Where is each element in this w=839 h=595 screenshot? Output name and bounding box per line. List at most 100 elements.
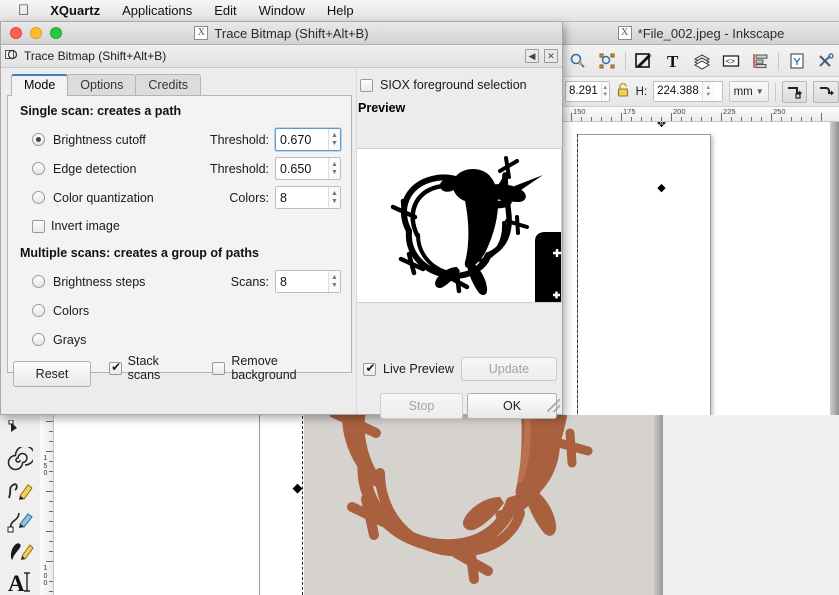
menu-item-edit[interactable]: Edit — [203, 0, 247, 22]
xquartz-title-text: Trace Bitmap (Shift+Alt+B) — [214, 25, 369, 41]
checkbox-live-preview[interactable] — [363, 361, 377, 376]
preview-heading: Preview — [358, 101, 406, 115]
threshold-edge-input[interactable] — [276, 158, 328, 179]
option-brightness-cutoff[interactable]: Brightness cutoff Threshold: ▲▼ — [18, 125, 341, 154]
checkbox-siox[interactable] — [360, 78, 373, 92]
tab-mode[interactable]: Mode — [11, 74, 69, 96]
menu-item-help[interactable]: Help — [316, 0, 365, 22]
bezier-pen-tool-icon[interactable] — [5, 508, 35, 534]
update-button[interactable]: Update — [460, 357, 557, 381]
toolbar-separator — [625, 51, 626, 70]
label-invert-image: Invert image — [51, 219, 120, 233]
dialog-close-button[interactable]: ✕ — [544, 49, 558, 63]
threshold-brightness-input[interactable] — [276, 129, 328, 150]
dialog-body: Mode Options Credits Single scan: create… — [1, 68, 562, 419]
preview-traced-image — [357, 149, 561, 302]
radio-brightness-cutoff[interactable] — [32, 133, 45, 146]
ruler-tick-175: 175 — [623, 107, 636, 116]
document-page-lower[interactable] — [60, 415, 260, 595]
label-color-quantization: Color quantization — [53, 190, 154, 205]
dialog-titlebar[interactable]: Trace Bitmap (Shift+Alt+B) ◀ ✕ — [1, 45, 562, 68]
option-brightness-steps[interactable]: Brightness steps Scans: ▲▼ — [18, 267, 341, 296]
menu-item-applications[interactable]: Applications — [111, 0, 203, 22]
arrow-right[interactable]: ◆ — [656, 183, 667, 194]
tab-credits[interactable]: Credits — [135, 74, 201, 96]
xquartz-titlebar[interactable]: X Trace Bitmap (Shift+Alt+B) — [1, 22, 562, 45]
dialog-button-bar: Reset Live Preview Update Stop OK — [1, 349, 562, 419]
pencil-tool-icon[interactable] — [5, 478, 35, 504]
dialog-title-text: Trace Bitmap (Shift+Alt+B) — [24, 49, 167, 63]
threshold-edge-stepper[interactable]: ▲ ▼ — [328, 158, 340, 179]
checkbox-invert-image[interactable] — [32, 219, 45, 233]
radio-edge-detection[interactable] — [32, 162, 45, 175]
stop-button[interactable]: Stop — [380, 393, 463, 419]
colors-field[interactable]: ▲▼ — [275, 186, 341, 209]
preferences-icon[interactable] — [815, 50, 837, 72]
radio-grays[interactable] — [32, 333, 45, 346]
scans-input[interactable] — [276, 271, 328, 292]
affect-rounded-corners-icon[interactable] — [813, 80, 839, 103]
menu-item-window[interactable]: Window — [248, 0, 316, 22]
colors-stepper[interactable]: ▲ ▼ — [328, 187, 340, 208]
option-color-quantization[interactable]: Color quantization Colors: ▲▼ — [18, 183, 341, 212]
height-label: H: — [635, 85, 648, 98]
svg-text:T: T — [667, 52, 679, 70]
macos-menubar[interactable]:  XQuartz Applications Edit Window Help — [0, 0, 839, 22]
apple-icon[interactable]:  — [8, 1, 39, 21]
layers-icon[interactable] — [691, 50, 713, 72]
height-stepper[interactable]: ▲ ▼ — [701, 82, 714, 101]
radio-color-quantization[interactable] — [32, 191, 45, 204]
text-tool-icon[interactable]: T — [662, 50, 684, 72]
vertical-ruler: 150 100 — [40, 415, 54, 595]
width-value: 8.291 — [569, 85, 598, 97]
dialog-minimize-button[interactable]: ◀ — [525, 49, 539, 63]
height-field[interactable]: 224.388 ▲ ▼ — [653, 81, 723, 102]
xquartz-window[interactable]: X Trace Bitmap (Shift+Alt+B) Trace Bitma… — [0, 22, 563, 419]
fill-stroke-icon[interactable] — [633, 50, 655, 72]
resize-grip-icon[interactable] — [547, 399, 560, 412]
threshold-brightness-stepper[interactable]: ▲ ▼ — [328, 129, 340, 150]
affect-stroke-width-icon[interactable] — [781, 80, 808, 103]
ok-button[interactable]: OK — [467, 393, 557, 419]
width-stepper[interactable]: ▲ ▼ — [600, 82, 609, 101]
text-tool-icon-left[interactable]: A — [5, 569, 35, 595]
zoom-selection-icon[interactable] — [567, 50, 589, 72]
dialog-tabs[interactable]: Mode Options Credits — [7, 74, 352, 96]
inkscape-canvas-lower[interactable]: ◆ ◆ — [54, 415, 839, 595]
inkscape-toolbox[interactable]: A — [0, 415, 40, 595]
colors-input[interactable] — [276, 187, 328, 208]
option-edge-detection[interactable]: Edge detection Threshold: ▲▼ — [18, 154, 341, 183]
document-properties-icon[interactable] — [786, 50, 808, 72]
corner-arrow-ne[interactable]: ✥ — [656, 122, 667, 130]
inkscape-titlebar: X *File_002.jpeg - Inkscape — [563, 22, 839, 45]
trace-bitmap-dialog[interactable]: Trace Bitmap (Shift+Alt+B) ◀ ✕ Mode Opti… — [1, 45, 562, 419]
ruler-tick-200: 200 — [673, 107, 686, 116]
arrow-left[interactable]: ◆ — [292, 481, 303, 494]
scans-field[interactable]: ▲▼ — [275, 270, 341, 293]
width-field[interactable]: 8.291 ▲ ▼ — [565, 81, 610, 102]
label-colors-multi: Colors — [53, 303, 90, 318]
inkscape-selector-toolbar[interactable]: 8.291 ▲ ▼ H: 224.388 ▲ ▼ mm ▼ — [563, 77, 839, 107]
option-siox[interactable]: SIOX foreground selection — [360, 78, 558, 92]
option-colors[interactable]: Colors — [18, 296, 341, 325]
xml-editor-icon[interactable]: <> — [720, 50, 742, 72]
calligraphy-tool-icon[interactable] — [5, 538, 35, 564]
scans-stepper[interactable]: ▲ ▼ — [328, 271, 340, 292]
spiral-tool-icon[interactable] — [5, 447, 35, 473]
node-tool-icon[interactable] — [5, 417, 35, 443]
label-threshold-1: Threshold: — [209, 132, 269, 147]
x11-icon-window: X — [194, 26, 209, 40]
threshold-brightness-field[interactable]: ▲▼ — [275, 128, 341, 151]
option-invert-image[interactable]: Invert image — [32, 214, 341, 238]
lock-open-icon[interactable] — [616, 82, 630, 101]
align-distribute-icon[interactable] — [749, 50, 771, 72]
radio-brightness-steps[interactable] — [32, 275, 45, 288]
menu-item-xquartz[interactable]: XQuartz — [39, 0, 111, 22]
inkscape-command-toolbar[interactable]: T <> — [563, 45, 839, 77]
radio-colors[interactable] — [32, 304, 45, 317]
zoom-drawing-icon[interactable] — [596, 50, 618, 72]
unit-select[interactable]: mm ▼ — [728, 81, 769, 102]
reset-button[interactable]: Reset — [13, 361, 91, 387]
threshold-edge-field[interactable]: ▲▼ — [275, 157, 341, 180]
tab-options[interactable]: Options — [67, 74, 137, 96]
